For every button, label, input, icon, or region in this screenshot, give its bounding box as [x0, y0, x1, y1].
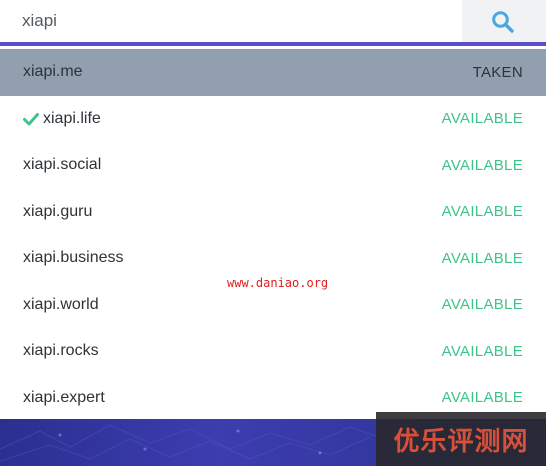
domain-label: xiapi.rocks	[23, 342, 99, 360]
status-label: AVAILABLE	[441, 296, 523, 314]
result-row[interactable]: xiapi.me TAKEN	[0, 49, 546, 96]
watermark-url: www.daniao.org	[227, 276, 329, 290]
search-icon	[492, 11, 514, 33]
checkmark-icon	[23, 112, 39, 126]
result-row[interactable]: xiapi.life AVAILABLE	[0, 96, 546, 143]
watermark-logo: 优乐评测网	[376, 412, 546, 466]
result-row[interactable]: xiapi.social AVAILABLE	[0, 142, 546, 189]
domain-name: xiapi.guru	[23, 203, 92, 221]
status-label: TAKEN	[472, 63, 523, 81]
search-input[interactable]	[0, 0, 462, 42]
domain-label: xiapi.life	[43, 109, 101, 127]
domain-label: xiapi.expert	[23, 388, 105, 406]
domain-label: xiapi.world	[23, 295, 99, 313]
domain-name: xiapi.expert	[23, 389, 105, 407]
status-label: AVAILABLE	[441, 342, 523, 360]
status-label: AVAILABLE	[441, 389, 523, 407]
search-button[interactable]	[462, 0, 546, 42]
domain-label: xiapi.me	[23, 63, 83, 81]
domain-name: xiapi.life	[23, 110, 101, 128]
domain-name: xiapi.business	[23, 249, 124, 267]
domain-name: xiapi.rocks	[23, 342, 99, 360]
status-label: AVAILABLE	[441, 249, 523, 267]
status-label: AVAILABLE	[441, 110, 523, 128]
status-label: AVAILABLE	[441, 156, 523, 174]
domain-label: xiapi.social	[23, 156, 102, 174]
domain-label: xiapi.business	[23, 249, 124, 267]
watermark-brand: 优乐评测网	[393, 426, 529, 457]
result-row[interactable]: xiapi.rocks AVAILABLE	[0, 328, 546, 375]
result-row[interactable]: xiapi.guru AVAILABLE	[0, 189, 546, 236]
domain-label: xiapi.guru	[23, 202, 93, 220]
result-row[interactable]: xiapi.business AVAILABLE	[0, 235, 546, 282]
domain-results-list: xiapi.me TAKEN xiapi.life AVAILABLE xiap…	[0, 49, 546, 421]
domain-name: xiapi.world	[23, 296, 99, 314]
domain-name: xiapi.social	[23, 156, 101, 174]
domain-name: xiapi.me	[23, 63, 83, 81]
search-bar	[0, 0, 546, 46]
domain-search-page: xiapi.me TAKEN xiapi.life AVAILABLE xiap…	[0, 0, 546, 466]
status-label: AVAILABLE	[441, 203, 523, 221]
